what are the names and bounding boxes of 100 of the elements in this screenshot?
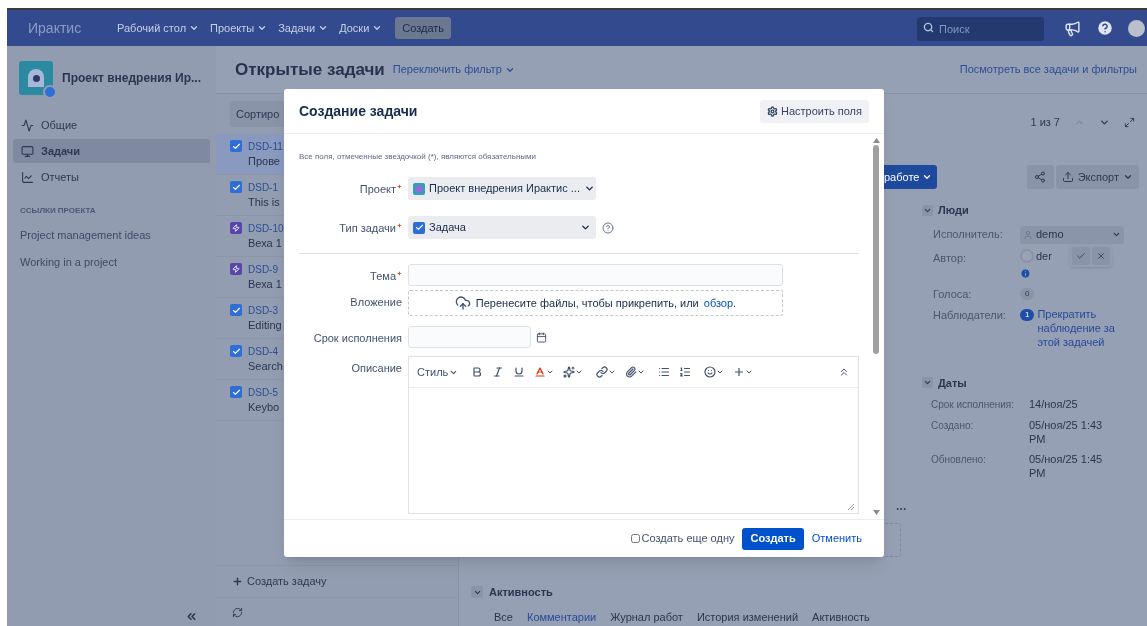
collapse-sidebar-icon[interactable] xyxy=(185,610,198,623)
configure-fields-button[interactable]: Настроить поля xyxy=(760,99,869,123)
plus-button[interactable] xyxy=(733,366,754,378)
watchers-count[interactable]: 1 xyxy=(1020,308,1035,321)
create-issue-button[interactable]: Создать задачу xyxy=(232,573,327,590)
nav-menu[interactable]: Задачи xyxy=(278,19,329,37)
scroll-down-icon[interactable] xyxy=(872,510,880,515)
date-field[interactable] xyxy=(408,326,531,348)
nav-menu[interactable]: Проекты xyxy=(210,19,268,37)
issue-key[interactable]: DSD-1 xyxy=(248,181,280,194)
share-icon xyxy=(1034,171,1047,183)
lightning-icon xyxy=(230,263,242,275)
issue-key[interactable]: DSD-11 xyxy=(248,140,283,153)
nav-menu[interactable]: Рабочий стол xyxy=(117,19,200,37)
underline-button[interactable] xyxy=(513,366,526,378)
issue-summary: Editing xyxy=(248,319,282,332)
sort-button[interactable]: Сортиро xyxy=(230,101,286,127)
sidebar-item[interactable]: Общие xyxy=(13,113,210,137)
status-button[interactable]: работе xyxy=(882,165,938,189)
text-color-button[interactable] xyxy=(534,366,555,378)
help-icon[interactable] xyxy=(1096,19,1114,37)
issue-key[interactable]: DSD-10 xyxy=(248,222,284,235)
attachment-button[interactable] xyxy=(625,366,646,378)
bold-button[interactable] xyxy=(471,366,484,378)
activity-tab[interactable]: История изменений xyxy=(696,608,799,625)
field-label: Тема xyxy=(370,269,396,284)
file-drop-zone[interactable]: Перенесите файлы, чтобы прикрепить, или обзор. xyxy=(408,290,783,316)
collapse-section-icon[interactable] xyxy=(922,204,933,216)
help-icon[interactable] xyxy=(602,221,614,234)
submit-button[interactable]: Создать xyxy=(742,527,804,550)
export-button[interactable]: Экспорт xyxy=(1055,165,1139,189)
activity-tab[interactable]: Все xyxy=(494,608,513,625)
issue-key[interactable]: DSD-9 xyxy=(248,263,282,276)
cancel-link[interactable]: Отменить xyxy=(811,530,862,547)
caret-icon xyxy=(716,368,725,376)
issue-key[interactable]: DSD-3 xyxy=(248,304,282,317)
check-icon xyxy=(1076,250,1086,261)
create-button[interactable]: Создать xyxy=(395,17,452,39)
info-icon[interactable] xyxy=(1020,268,1031,279)
checkbox[interactable] xyxy=(630,534,640,543)
date-value: 05/ноя/25 1:45 PM xyxy=(1029,452,1104,480)
calendar-icon[interactable] xyxy=(536,331,547,343)
bold-icon xyxy=(471,366,484,378)
style-dropdown[interactable]: Стиль xyxy=(417,363,459,381)
search-field[interactable]: Поиск xyxy=(917,17,1044,41)
refresh-icon[interactable] xyxy=(232,606,243,618)
issue-summary: Search xyxy=(248,360,283,373)
view-all-link[interactable]: Посмотреть все задачи и фильтры xyxy=(959,61,1137,78)
text-effects-button[interactable] xyxy=(563,366,584,378)
activity-tab[interactable]: Комментарии xyxy=(526,608,597,625)
votes-count[interactable]: 0 xyxy=(1020,288,1035,301)
issue-key[interactable]: DSD-4 xyxy=(248,345,283,358)
activity-tab[interactable]: Журнал работ xyxy=(610,608,683,625)
field-label: Обновлено: xyxy=(931,454,986,465)
author-name[interactable]: der xyxy=(1036,247,1052,264)
sidebar-item[interactable]: Отчеты xyxy=(13,165,210,189)
share-button[interactable] xyxy=(1026,165,1054,189)
expand-icon[interactable] xyxy=(1124,116,1135,128)
stop-watching-link[interactable]: Прекратить наблюдение за этой задачей xyxy=(1037,306,1128,349)
plus-icon xyxy=(232,576,243,587)
scroll-up-icon[interactable] xyxy=(872,138,880,143)
attachment-icon xyxy=(625,366,638,378)
numbered-list-button[interactable] xyxy=(679,366,692,378)
activity-tab[interactable]: Активность xyxy=(812,608,870,625)
select-field[interactable]: Задача xyxy=(408,216,596,239)
field-label: Голоса: xyxy=(932,287,973,302)
date-value: 05/ноя/25 1:43 PM xyxy=(1029,418,1104,446)
field-label: Срок исполнения: xyxy=(931,399,1015,410)
assignee-dropdown[interactable]: demo xyxy=(1020,225,1124,244)
app-logo[interactable]: Ирактис xyxy=(28,17,117,39)
project-name[interactable]: Проект внедрения Ир... xyxy=(62,69,201,87)
sidebar-item[interactable]: Задачи xyxy=(13,139,210,163)
resize-handle-icon[interactable] xyxy=(847,503,854,510)
collapse-section-icon[interactable] xyxy=(922,377,933,389)
select-field[interactable]: Проект внедрения Ирактис ... xyxy=(408,177,596,200)
link-icon xyxy=(596,366,609,378)
nav-menu[interactable]: Доски xyxy=(339,19,383,37)
caret-icon xyxy=(372,23,383,33)
scrollbar-thumb[interactable] xyxy=(873,145,879,354)
numbered-list-icon xyxy=(679,366,692,378)
collapse-section-icon[interactable] xyxy=(471,586,483,599)
description-editor[interactable]: Стиль xyxy=(408,356,859,514)
section-title: Люди xyxy=(938,203,969,218)
user-avatar[interactable] xyxy=(1128,19,1145,37)
project-link[interactable]: Project management ideas xyxy=(13,227,210,244)
issue-key[interactable]: DSD-5 xyxy=(248,386,280,399)
field-label: Тип задачи xyxy=(339,221,396,236)
activity-icon xyxy=(21,118,34,132)
cancel-button[interactable] xyxy=(1092,246,1110,265)
input-field[interactable] xyxy=(408,264,783,286)
bullet-list-button[interactable] xyxy=(658,366,671,378)
switch-filter-dropdown[interactable]: Переключить фильтр xyxy=(392,61,515,78)
megaphone-icon[interactable] xyxy=(1064,19,1081,37)
collapse-toolbar-icon[interactable] xyxy=(838,366,850,378)
italic-button[interactable] xyxy=(492,366,505,378)
browse-link[interactable]: обзор. xyxy=(703,294,737,312)
emoji-button[interactable] xyxy=(704,366,725,378)
project-link[interactable]: Working in a project xyxy=(13,253,210,270)
link-button[interactable] xyxy=(596,366,617,378)
field-label: Проект xyxy=(359,182,396,197)
